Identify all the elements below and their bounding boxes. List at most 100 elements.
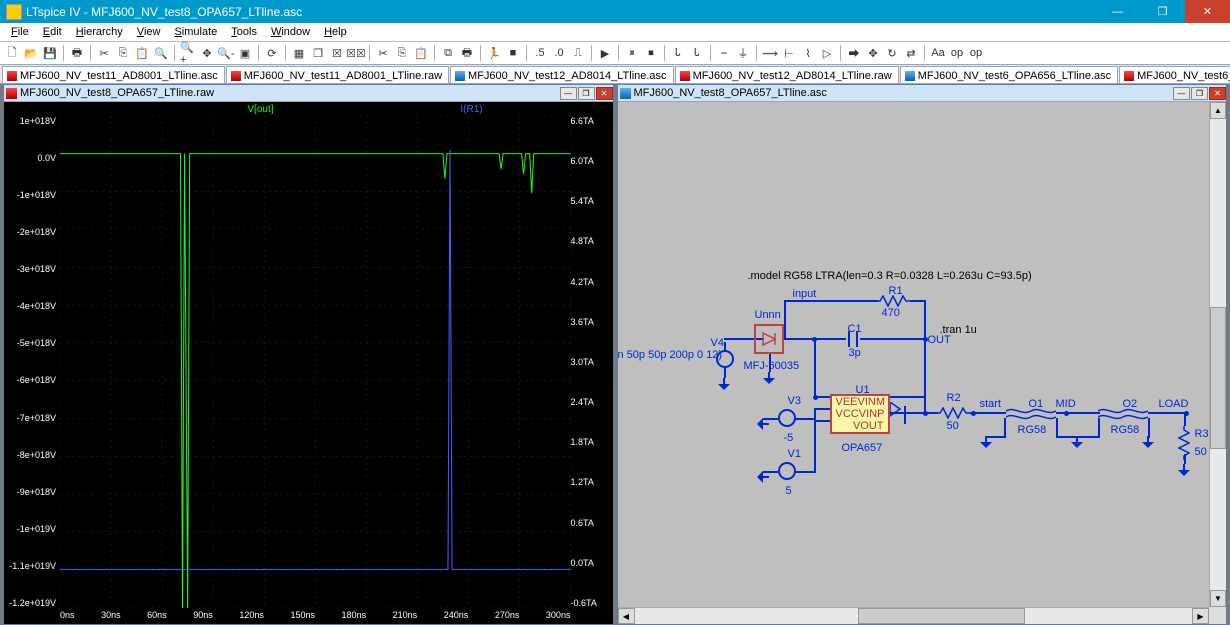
r2-refdes[interactable]: R2 (947, 392, 961, 404)
toolbar-drag-icon[interactable]: ✥ (865, 45, 881, 61)
toolbar-cut2-icon[interactable]: ✂ (375, 45, 391, 61)
toolbar-text-icon[interactable]: Aa (930, 45, 946, 61)
r3-refdes[interactable]: R3 (1195, 428, 1209, 440)
toolbar-sim-icon[interactable]: ▶ (597, 45, 613, 61)
x-axis[interactable]: 0ns30ns60ns90ns120ns150ns180ns210ns240ns… (60, 610, 571, 622)
schematic-close-button[interactable]: ✕ (1209, 87, 1226, 100)
schematic-min-button[interactable]: — (1173, 87, 1190, 100)
schematic-hscrollbar[interactable]: ◀ ▶ (618, 607, 1210, 624)
waveform-close-button[interactable]: ✕ (596, 87, 613, 100)
net-start[interactable]: start (980, 398, 1001, 410)
vscroll-thumb[interactable] (1210, 307, 1226, 448)
o2-component[interactable] (1098, 405, 1148, 423)
toolbar-ind-icon[interactable]: ⌇ (800, 45, 816, 61)
toolbar-print-icon[interactable]: 🖶 (69, 45, 85, 61)
unnn-refdes[interactable]: Unnn (755, 309, 781, 321)
minimize-button[interactable]: — (1095, 0, 1140, 23)
r1-component[interactable] (876, 295, 910, 307)
doc-tab-0[interactable]: MFJ600_NV_test11_AD8001_LTline.asc (2, 66, 225, 83)
o1-component[interactable] (1006, 405, 1056, 423)
toolbar-pan-icon[interactable]: ✥ (199, 45, 215, 61)
toolbar-195-icon[interactable]: .0 (551, 45, 567, 61)
r2-value[interactable]: 50 (947, 420, 959, 432)
menu-window[interactable]: Window (264, 24, 317, 40)
u1-value[interactable]: OPA657 (842, 442, 883, 454)
schematic-canvas[interactable]: .model RG58 LTRA(len=0.3 R=0.0328 L=0.26… (618, 102, 1227, 624)
doc-tab-3[interactable]: MFJ600_NV_test12_AD8014_LTline.raw (675, 66, 899, 83)
trace-label-ir1[interactable]: I(R1) (460, 104, 482, 115)
unnn-value[interactable]: MFJ-60035 (744, 360, 800, 372)
toolbar-new-icon[interactable]: 🗋 (4, 45, 20, 61)
toolbar-gnd2-icon[interactable]: ⏚ (735, 45, 751, 61)
schematic-max-button[interactable]: ❐ (1191, 87, 1208, 100)
hscroll-thumb[interactable] (858, 608, 1025, 624)
unnn-component[interactable] (754, 324, 784, 354)
toolbar-copy2-icon[interactable]: ⎘ (394, 45, 410, 61)
plot-area[interactable] (60, 116, 571, 608)
toolbar-mirror-icon[interactable]: ⇄ (903, 45, 919, 61)
spice-model-directive[interactable]: .model RG58 LTRA(len=0.3 R=0.0328 L=0.26… (748, 270, 1032, 282)
waveform-plot[interactable]: V[out] I(R1) 1e+018V0.0V-1e+018V-2e+018V… (4, 102, 613, 624)
v4-value[interactable]: n 50p 50p 200p 0 12) (618, 349, 723, 361)
trace-label-vout[interactable]: V[out] (247, 104, 273, 115)
toolbar-cap-icon[interactable]: ⊢ (781, 45, 797, 61)
o2-value[interactable]: RG58 (1111, 424, 1140, 436)
v4-source[interactable] (716, 350, 734, 368)
net-input[interactable]: input (793, 288, 817, 300)
toolbar-res-icon[interactable]: ⟿ (762, 45, 778, 61)
net-out[interactable]: OUT (928, 334, 951, 346)
doc-tab-2[interactable]: MFJ600_NV_test12_AD8014_LTline.asc (450, 66, 674, 83)
v4-refdes[interactable]: V4 (711, 337, 724, 349)
menu-file[interactable]: File (4, 24, 36, 40)
toolbar-spice-icon[interactable]: op (949, 45, 965, 61)
v3-source[interactable] (778, 409, 796, 427)
net-mid[interactable]: MID (1056, 398, 1076, 410)
r2-component[interactable] (936, 407, 970, 419)
toolbar-print2-icon[interactable]: 🖶 (459, 45, 475, 61)
c1-value[interactable]: 3p (849, 347, 861, 359)
toolbar-halt2-icon[interactable]: ⏹ (643, 45, 659, 61)
y-axis-right[interactable]: 6.6TA6.0TA5.4TA4.8TA4.2TA3.6TA3.0TA2.4TA… (571, 116, 611, 608)
waveform-min-button[interactable]: — (560, 87, 577, 100)
doc-tab-4[interactable]: MFJ600_NV_test6_OPA656_LTline.asc (900, 66, 1118, 83)
waveform-max-button[interactable]: ❐ (578, 87, 595, 100)
toolbar-cascade-icon[interactable]: ❐ (310, 45, 326, 61)
toolbar-copy-icon[interactable]: ⎘ (115, 45, 131, 61)
toolbar-open-icon[interactable]: 📂 (23, 45, 39, 61)
toolbar-zoom-in-icon[interactable]: 🔍+ (180, 45, 196, 61)
maximize-button[interactable]: ❐ (1140, 0, 1185, 23)
vscroll-up-arrow-icon[interactable]: ▲ (1210, 102, 1226, 119)
menu-simulate[interactable]: Simulate (167, 24, 224, 40)
o1-value[interactable]: RG58 (1018, 424, 1047, 436)
toolbar-label1-icon[interactable]: Ꮣ (670, 45, 686, 61)
toolbar-paste2-icon[interactable]: 📋 (413, 45, 429, 61)
menu-help[interactable]: Help (317, 24, 354, 40)
toolbar-dup-icon[interactable]: ⧉ (440, 45, 456, 61)
toolbar-zoom-fit-icon[interactable]: ▣ (237, 45, 253, 61)
schematic-vscrollbar[interactable]: ▲ ▼ (1209, 102, 1226, 607)
v3-refdes[interactable]: V3 (788, 395, 801, 407)
menu-edit[interactable]: Edit (36, 24, 69, 40)
doc-tab-1[interactable]: MFJ600_NV_test11_AD8001_LTline.raw (226, 66, 449, 83)
menu-hierarchy[interactable]: Hierarchy (69, 24, 130, 40)
toolbar-find-icon[interactable]: 🔍 (153, 45, 169, 61)
hscroll-left-arrow-icon[interactable]: ◀ (618, 608, 635, 624)
toolbar-225-icon[interactable]: ⎍ (570, 45, 586, 61)
toolbar-165-icon[interactable]: .5 (532, 45, 548, 61)
y-axis-left[interactable]: 1e+018V0.0V-1e+018V-2e+018V-3e+018V-4e+0… (6, 116, 56, 608)
menu-tools[interactable]: Tools (224, 24, 264, 40)
hscroll-right-arrow-icon[interactable]: ▶ (1192, 608, 1209, 624)
toolbar-close-win-icon[interactable]: ☒ (329, 45, 345, 61)
v3-value[interactable]: -5 (784, 432, 794, 444)
toolbar-move-icon[interactable]: ⮕ (846, 45, 862, 61)
toolbar-halt1-icon[interactable]: ⏸ (624, 45, 640, 61)
toolbar-stop-icon[interactable]: ■ (505, 45, 521, 61)
toolbar-label2-icon[interactable]: Ꮣ (689, 45, 705, 61)
toolbar-rot-icon[interactable]: ↻ (884, 45, 900, 61)
toolbar-op-icon[interactable]: op (968, 45, 984, 61)
toolbar-cut-icon[interactable]: ✂ (96, 45, 112, 61)
toolbar-zoom-out-icon[interactable]: 🔍- (218, 45, 234, 61)
toolbar-run-icon[interactable]: 🏃 (486, 45, 502, 61)
menu-view[interactable]: View (130, 24, 168, 40)
v1-value[interactable]: 5 (786, 485, 792, 497)
